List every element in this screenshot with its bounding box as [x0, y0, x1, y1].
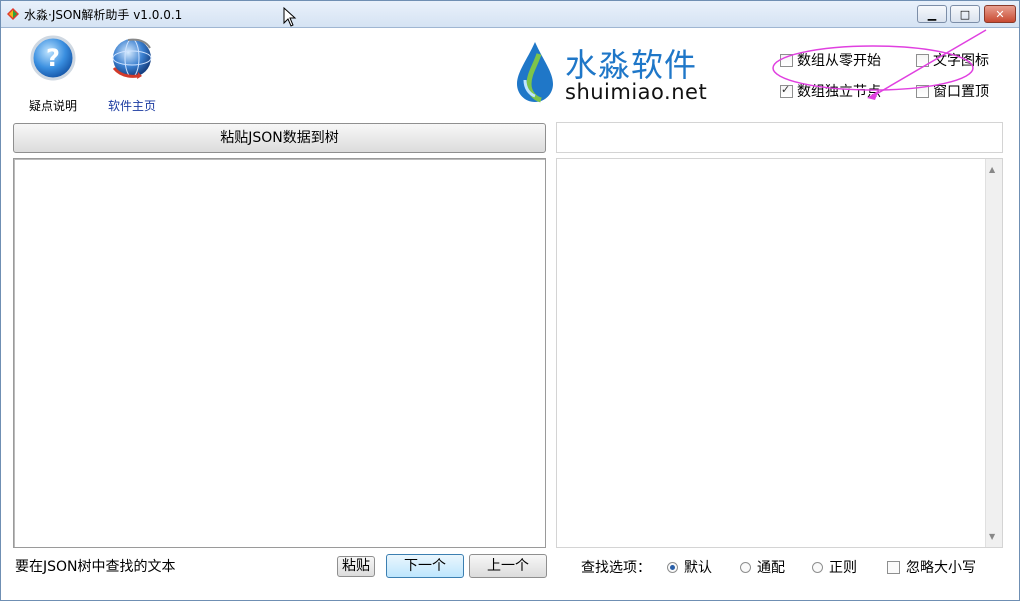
ignore-case-checkbox[interactable]: 忽略大小写: [887, 557, 976, 577]
topmost-label: 窗口置顶: [933, 84, 989, 100]
checkbox-box-checked[interactable]: [780, 83, 793, 98]
paste-json-button[interactable]: 粘贴JSON数据到树: [13, 123, 546, 153]
home-label: 软件主页: [107, 99, 156, 113]
minimize-button[interactable]: ▁: [917, 5, 947, 23]
ignore-case-label: 忽略大小写: [906, 560, 976, 576]
search-paste-button[interactable]: 粘贴: [337, 556, 375, 577]
node-value-panel[interactable]: ▲ ▼: [556, 158, 1003, 548]
scroll-up-icon[interactable]: ▲: [989, 165, 995, 174]
mode-wildcard-label: 通配: [757, 560, 785, 576]
client-area: ? 疑点说明 软件主页 水淼软件 shuimiao.net 数组从零开始 文字图…: [1, 28, 1019, 600]
search-input[interactable]: [13, 555, 333, 576]
question-icon: ?: [30, 35, 76, 81]
app-window: 水淼·JSON解析助手 v1.0.0.1 ▁ □ ✕ ? 疑点说明 软件主页 水…: [0, 0, 1020, 601]
vertical-scrollbar[interactable]: ▲ ▼: [985, 159, 1002, 547]
radio-dot-selected[interactable]: [667, 561, 678, 573]
find-prev-button[interactable]: 上一个: [469, 554, 547, 578]
array-zero-checkbox[interactable]: 数组从零开始: [780, 50, 881, 70]
radio-dot[interactable]: [812, 561, 823, 573]
annotation-ellipse-arrow: [772, 29, 987, 100]
topmost-checkbox[interactable]: 窗口置顶: [916, 81, 989, 101]
home-tool[interactable]: 软件主页: [97, 34, 167, 114]
help-tool[interactable]: ? 疑点说明: [23, 34, 83, 114]
app-logo-icon: [7, 8, 19, 20]
mode-wildcard-radio[interactable]: 通配: [740, 557, 785, 577]
title-bar[interactable]: 水淼·JSON解析助手 v1.0.0.1 ▁ □ ✕: [1, 1, 1019, 28]
window-title: 水淼·JSON解析助手 v1.0.0.1: [24, 8, 183, 22]
scroll-down-icon[interactable]: ▼: [989, 532, 995, 541]
mouse-cursor-icon: [283, 7, 297, 27]
text-icon-label: 文字图标: [933, 53, 989, 69]
help-label: 疑点说明: [28, 99, 77, 113]
globe-icon: [112, 38, 152, 79]
text-icon-checkbox[interactable]: 文字图标: [916, 50, 989, 70]
checkbox-box[interactable]: [780, 53, 793, 67]
checkbox-box[interactable]: [916, 53, 929, 67]
mode-default-radio[interactable]: 默认: [667, 557, 712, 577]
find-next-button[interactable]: 下一个: [386, 554, 464, 578]
close-button[interactable]: ✕: [984, 5, 1016, 23]
water-drop-icon: [517, 42, 553, 103]
mode-default-label: 默认: [684, 560, 712, 576]
array-zero-label: 数组从零开始: [797, 53, 881, 69]
maximize-button[interactable]: □: [950, 5, 980, 23]
brand-logo: 水淼软件 shuimiao.net: [513, 38, 723, 108]
mode-regex-label: 正则: [829, 560, 857, 576]
mode-regex-radio[interactable]: 正则: [812, 557, 857, 577]
radio-dot[interactable]: [740, 561, 751, 573]
checkbox-box[interactable]: [916, 84, 929, 98]
search-options-label: 查找选项：: [581, 560, 651, 576]
json-tree-panel[interactable]: [13, 158, 546, 548]
node-path-field[interactable]: [556, 122, 1003, 153]
array-node-label: 数组独立节点: [797, 84, 881, 100]
logo-domain-text: shuimiao.net: [565, 80, 708, 104]
svg-text:?: ?: [46, 44, 60, 72]
checkbox-box[interactable]: [887, 560, 900, 574]
array-node-checkbox[interactable]: 数组独立节点: [780, 81, 881, 101]
